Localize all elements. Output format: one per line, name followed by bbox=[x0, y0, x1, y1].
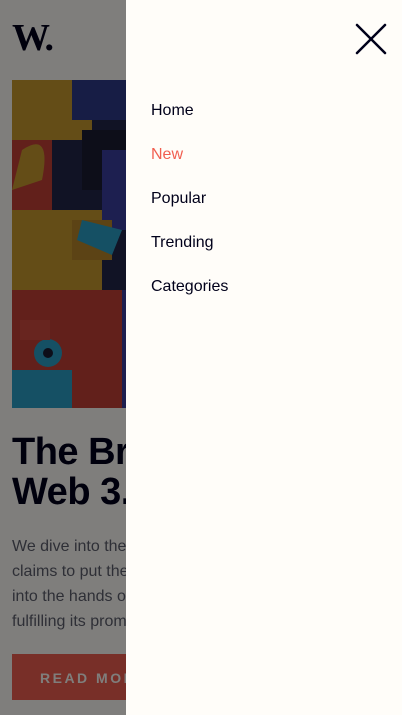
nav-item-new[interactable]: New bbox=[151, 144, 228, 188]
nav-menu: Home New Popular Trending Categories bbox=[151, 100, 228, 320]
nav-item-home[interactable]: Home bbox=[151, 100, 228, 144]
navigation-drawer: Home New Popular Trending Categories bbox=[126, 0, 402, 715]
nav-item-popular[interactable]: Popular bbox=[151, 188, 228, 232]
close-icon[interactable] bbox=[354, 22, 388, 56]
nav-item-trending[interactable]: Trending bbox=[151, 232, 228, 276]
nav-item-categories[interactable]: Categories bbox=[151, 276, 228, 320]
